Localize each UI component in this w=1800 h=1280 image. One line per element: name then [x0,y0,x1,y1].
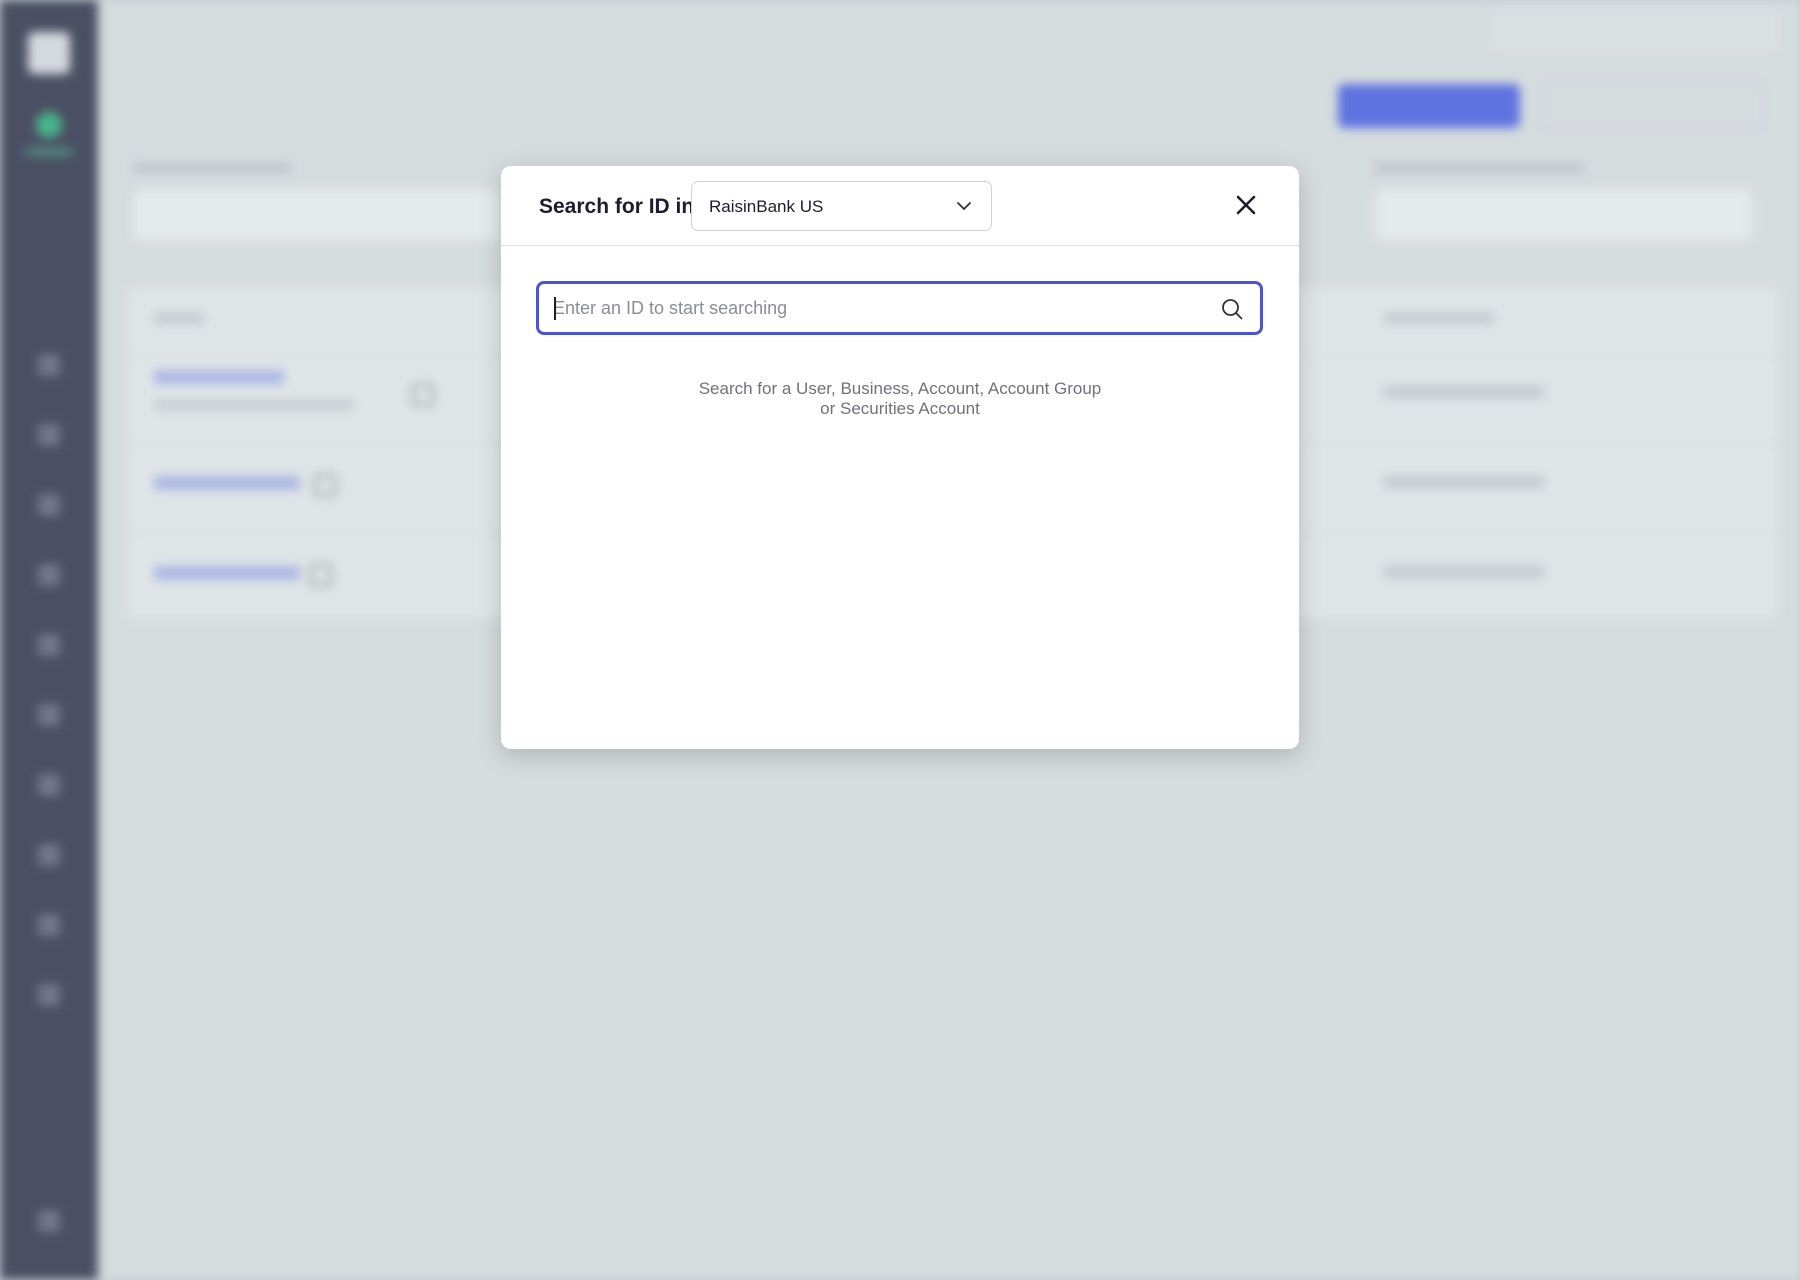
modal-header: Search for ID in RaisinBank US [501,166,1299,246]
search-hint-line: or Securities Account [820,399,980,418]
text-caret [554,297,556,320]
search-hint-line: Search for a User, Business, Account, Ac… [698,379,1102,398]
id-search-input[interactable] [553,284,1193,332]
modal-title: Search for ID in [539,195,695,218]
search-icon[interactable] [1220,297,1244,321]
close-icon[interactable] [1231,190,1261,220]
chevron-down-icon [957,202,971,210]
bank-select-value: RaisinBank US [709,197,824,216]
bank-select[interactable]: RaisinBank US [691,181,992,231]
id-search-field[interactable] [536,281,1263,335]
search-id-modal: Search for ID in RaisinBank US Search fo… [501,166,1299,749]
search-hint: Search for a User, Business, Account, Ac… [501,379,1299,419]
